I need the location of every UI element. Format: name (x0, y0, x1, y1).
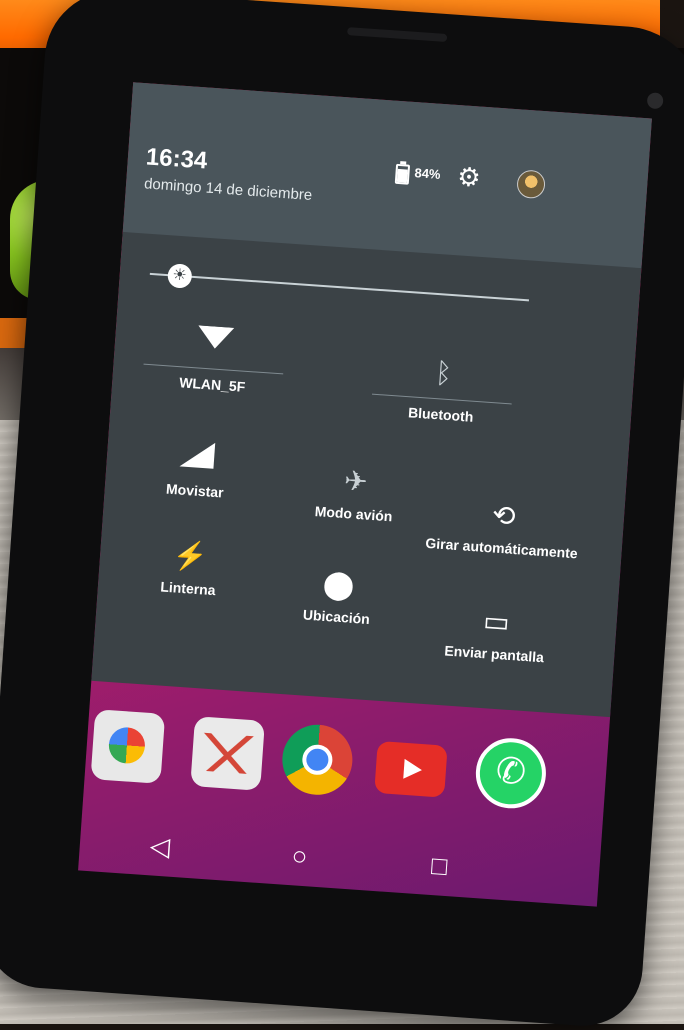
tile-label: Movistar (165, 480, 225, 501)
clock: 16:34 (145, 143, 209, 175)
cast-icon: ▭ (482, 605, 511, 638)
tile-flashlight[interactable]: ⚡ Linterna (108, 534, 272, 603)
settings-gear-icon[interactable]: ⚙ (456, 161, 481, 193)
earpiece-speaker (346, 27, 448, 43)
shade-header: 16:34 domingo 14 de diciembre 84% ⚙ (122, 82, 652, 269)
tile-label: Bluetooth (407, 404, 474, 425)
tile-label: Modo avión (314, 502, 393, 525)
user-avatar[interactable] (516, 169, 546, 200)
tile-mobile-data[interactable]: Movistar (114, 432, 278, 505)
flashlight-icon: ⚡ (171, 539, 209, 573)
brightness-track (149, 272, 530, 302)
tile-location[interactable]: ⬤ Ubicación (256, 562, 420, 631)
back-icon[interactable]: ◁ (139, 825, 182, 868)
tile-airplane-mode[interactable]: ✈ Modo avión (273, 459, 437, 528)
tile-label: WLAN_5F (178, 374, 246, 395)
notification-shade: 16:34 domingo 14 de diciembre 84% ⚙ ☀ WL… (91, 82, 652, 718)
phone-screen: 16:34 domingo 14 de diciembre 84% ⚙ ☀ WL… (78, 82, 652, 907)
tile-auto-rotate[interactable]: ⟲ Girar automáticamente (421, 494, 585, 563)
gmail-icon[interactable] (190, 716, 265, 791)
tile-label: Enviar pantalla (443, 642, 545, 666)
tile-cast-screen[interactable]: ▭ Enviar pantalla (414, 599, 578, 668)
navigation-bar: ◁ ○ □ (78, 810, 601, 906)
rotate-icon: ⟲ (491, 499, 517, 532)
brightness-sun-icon[interactable]: ☀ (166, 263, 193, 289)
front-camera (646, 92, 664, 110)
recents-icon[interactable]: □ (418, 844, 461, 887)
tile-label: Linterna (159, 578, 217, 599)
wifi-icon (134, 321, 296, 366)
brightness-slider[interactable]: ☀ (149, 262, 530, 312)
battery-icon (394, 163, 411, 185)
signal-icon (116, 436, 278, 481)
phone-device: 16:34 domingo 14 de diciembre 84% ⚙ ☀ WL… (0, 0, 684, 1030)
tile-label: Ubicación (302, 606, 371, 628)
whatsapp-icon[interactable] (473, 735, 549, 811)
home-icon[interactable]: ○ (278, 834, 321, 877)
chrome-icon[interactable] (280, 722, 355, 798)
tile-bluetooth[interactable]: ᛒ Bluetooth (360, 351, 524, 429)
photos-icon[interactable] (90, 709, 166, 784)
tile-label: Girar automáticamente (424, 534, 579, 562)
youtube-icon[interactable] (374, 740, 448, 798)
airplane-icon: ✈ (343, 464, 369, 498)
bluetooth-icon: ᛒ (434, 357, 454, 390)
battery-percentage: 84% (414, 165, 442, 182)
location-icon: ⬤ (321, 567, 356, 601)
date: domingo 14 de diciembre (143, 175, 313, 204)
tile-wifi[interactable]: WLAN_5F (132, 315, 297, 399)
